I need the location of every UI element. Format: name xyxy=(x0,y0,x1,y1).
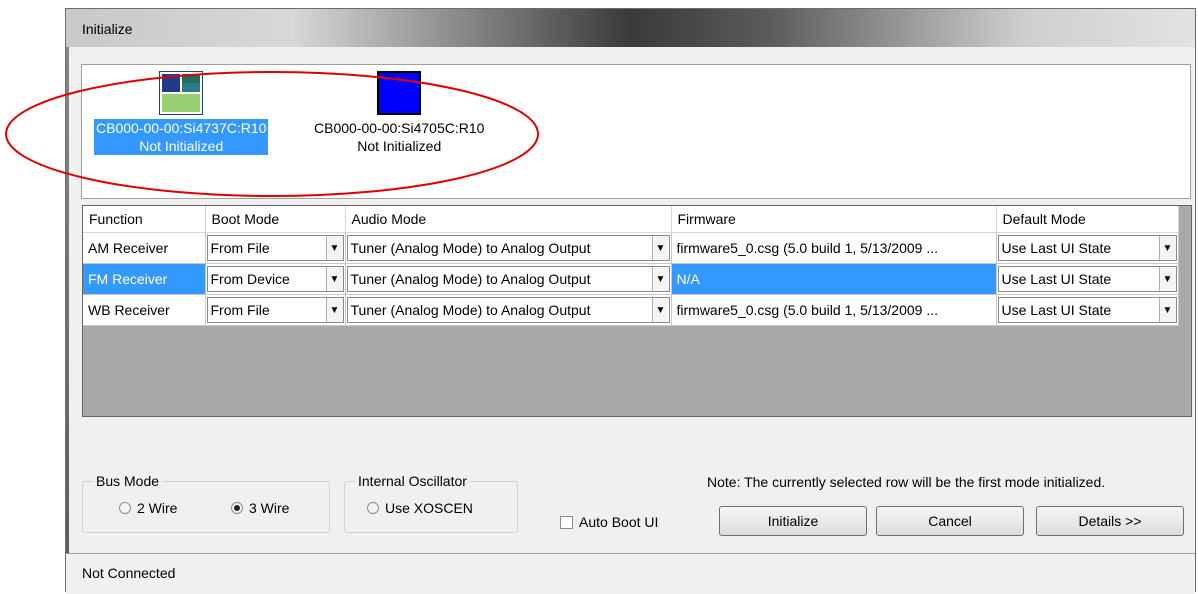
device-item-si4705c[interactable]: CB000-00-00:Si4705C:R10 Not Initialized xyxy=(314,71,484,155)
dropdown-arrow-icon[interactable]: ▼ xyxy=(325,298,343,322)
radio-use-xoscen[interactable]: Use XOSCEN xyxy=(367,500,473,516)
cell-firmware[interactable]: N/A xyxy=(671,263,997,295)
radio-circle-icon[interactable] xyxy=(367,502,379,514)
radio-label: Use XOSCEN xyxy=(385,500,473,516)
device-name: CB000-00-00:Si4737C:R10 xyxy=(96,120,267,136)
bus-mode-label: Bus Mode xyxy=(93,473,163,489)
default-mode-select[interactable]: Use Last UI State ▼ xyxy=(997,235,1177,261)
dropdown-arrow-icon[interactable]: ▼ xyxy=(651,267,669,291)
select-value: Use Last UI State xyxy=(1001,271,1112,287)
device-name: CB000-00-00:Si4705C:R10 xyxy=(314,120,485,136)
dropdown-arrow-icon[interactable]: ▼ xyxy=(1158,236,1176,260)
table-row[interactable]: AM Receiver From File ▼ Tuner (Analog Mod… xyxy=(83,232,1179,264)
status-bar: Not Connected xyxy=(66,553,1195,594)
window-frame-edge xyxy=(66,9,69,591)
dropdown-arrow-icon[interactable]: ▼ xyxy=(325,267,343,291)
cell-firmware[interactable]: firmware5_0.csg (5.0 build 1, 5/13/2009 … xyxy=(671,232,997,264)
device-status: Not Initialized xyxy=(357,138,442,154)
initialize-dialog: Initialize CB000-00-00:Si4737C:R10 Not I… xyxy=(65,8,1196,594)
default-mode-select[interactable]: Use Last UI State ▼ xyxy=(997,297,1177,323)
cancel-button[interactable]: Cancel xyxy=(876,506,1024,536)
device-tiles-icon xyxy=(159,71,204,115)
header-default-mode[interactable]: Default Mode xyxy=(996,206,1179,233)
cell-function[interactable]: FM Receiver xyxy=(83,263,206,295)
device-item-si4737c[interactable]: CB000-00-00:Si4737C:R10 Not Initialized xyxy=(94,71,269,155)
audio-mode-select[interactable]: Tuner (Analog Mode) to Analog Output ▼ xyxy=(346,235,670,261)
select-value: From File xyxy=(210,240,270,256)
default-mode-select[interactable]: Use Last UI State ▼ xyxy=(997,266,1177,292)
initialization-note: Note: The currently selected row will be… xyxy=(707,474,1106,490)
bus-mode-group: Bus Mode 2 Wire 3 Wire xyxy=(82,473,330,533)
status-text: Not Connected xyxy=(82,565,176,581)
dropdown-arrow-icon[interactable]: ▼ xyxy=(651,298,669,322)
audio-mode-select[interactable]: Tuner (Analog Mode) to Analog Output ▼ xyxy=(346,266,670,292)
initialize-button[interactable]: Initialize xyxy=(719,506,867,536)
select-value: Tuner (Analog Mode) to Analog Output xyxy=(350,302,591,318)
audio-mode-select[interactable]: Tuner (Analog Mode) to Analog Output ▼ xyxy=(346,297,670,323)
header-audio-mode[interactable]: Audio Mode xyxy=(345,206,672,233)
device-list: CB000-00-00:Si4737C:R10 Not Initialized … xyxy=(81,64,1191,199)
radio-label: 2 Wire xyxy=(137,500,178,516)
dropdown-arrow-icon[interactable]: ▼ xyxy=(1158,298,1176,322)
select-value: Tuner (Analog Mode) to Analog Output xyxy=(350,240,591,256)
radio-2-wire[interactable]: 2 Wire xyxy=(119,500,177,516)
cell-function[interactable]: AM Receiver xyxy=(83,232,206,264)
table-row[interactable]: FM Receiver From Device ▼ Tuner (Analog M… xyxy=(83,263,1179,295)
select-value: Use Last UI State xyxy=(1001,240,1112,256)
radio-3-wire[interactable]: 3 Wire xyxy=(231,500,289,516)
checkbox-box-icon[interactable] xyxy=(560,515,573,529)
radio-circle-icon[interactable] xyxy=(119,502,131,514)
select-value: Use Last UI State xyxy=(1001,302,1112,318)
boot-mode-select[interactable]: From Device ▼ xyxy=(206,266,344,292)
auto-boot-checkbox[interactable]: Auto Boot UI xyxy=(560,514,658,530)
grid-header-row: Function Boot Mode Audio Mode Firmware D… xyxy=(83,206,1179,233)
header-function[interactable]: Function xyxy=(83,206,206,233)
oscillator-label: Internal Oscillator xyxy=(355,473,470,489)
cell-function[interactable]: WB Receiver xyxy=(83,294,206,326)
table-row[interactable]: WB Receiver From File ▼ Tuner (Analog Mod… xyxy=(83,294,1179,326)
details-button[interactable]: Details >> xyxy=(1036,506,1184,536)
device-blue-icon xyxy=(377,71,422,115)
title-bar[interactable]: Initialize xyxy=(66,9,1195,47)
dropdown-arrow-icon[interactable]: ▼ xyxy=(325,236,343,260)
select-value: From File xyxy=(210,302,270,318)
dropdown-arrow-icon[interactable]: ▼ xyxy=(1158,267,1176,291)
header-firmware[interactable]: Firmware xyxy=(671,206,997,233)
window-title: Initialize xyxy=(82,21,133,37)
dropdown-arrow-icon[interactable]: ▼ xyxy=(651,236,669,260)
mode-grid: Function Boot Mode Audio Mode Firmware D… xyxy=(82,205,1192,417)
boot-mode-select[interactable]: From File ▼ xyxy=(206,297,344,323)
oscillator-group: Internal Oscillator Use XOSCEN xyxy=(344,473,518,533)
device-status: Not Initialized xyxy=(139,138,224,154)
radio-selected-icon[interactable] xyxy=(231,502,243,514)
checkbox-label: Auto Boot UI xyxy=(579,514,659,530)
cell-firmware[interactable]: firmware5_0.csg (5.0 build 1, 5/13/2009 … xyxy=(671,294,997,326)
mode-table: Function Boot Mode Audio Mode Firmware D… xyxy=(83,206,1179,326)
select-value: From Device xyxy=(210,271,290,287)
radio-label: 3 Wire xyxy=(249,500,290,516)
boot-mode-select[interactable]: From File ▼ xyxy=(206,235,344,261)
header-boot-mode[interactable]: Boot Mode xyxy=(205,206,346,233)
select-value: Tuner (Analog Mode) to Analog Output xyxy=(350,271,591,287)
